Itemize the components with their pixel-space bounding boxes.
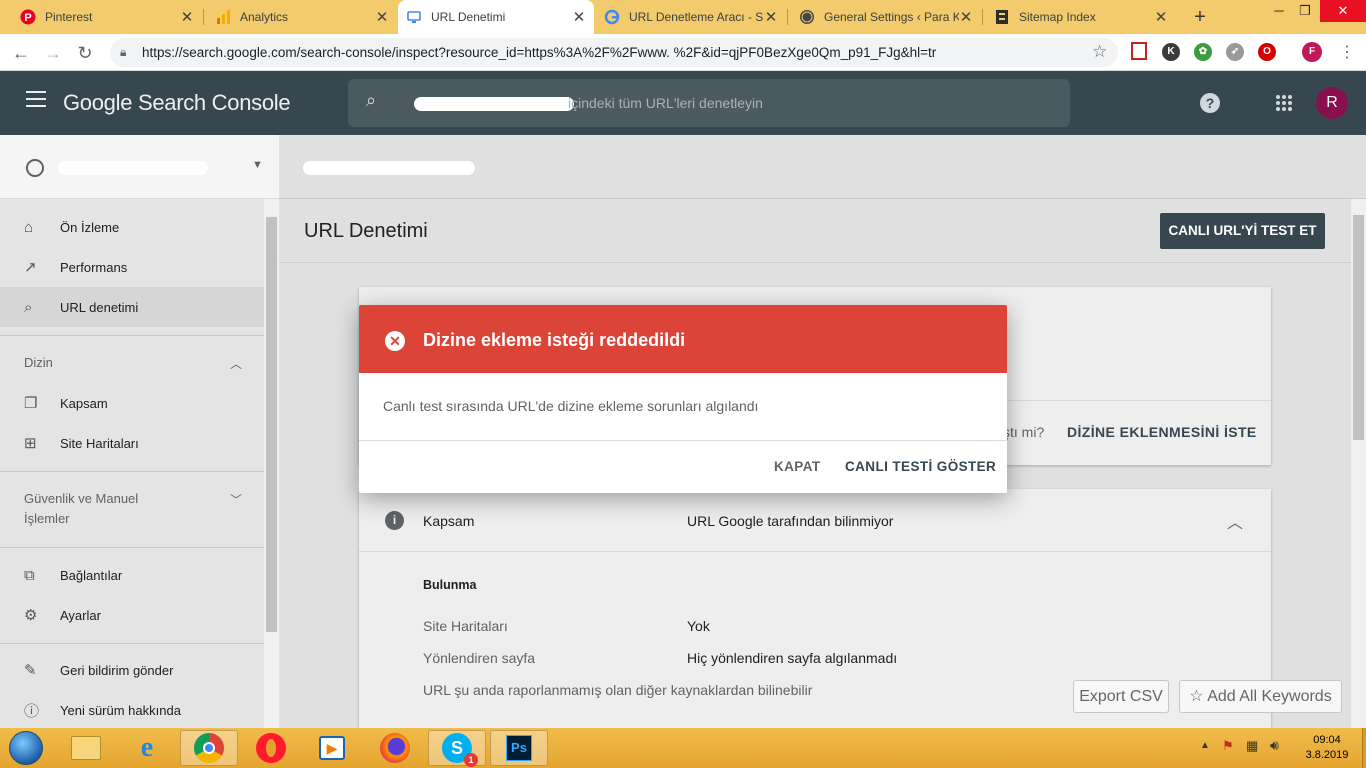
tab-general-settings[interactable]: General Settings ‹ Para K ✕ — [791, 0, 981, 34]
tab-title: General Settings ‹ Para K — [824, 10, 959, 24]
close-icon[interactable]: ✕ — [180, 8, 194, 26]
back-icon[interactable]: ← — [8, 40, 34, 66]
tab-url-denetleme-araci[interactable]: URL Denetleme Aracı - S ✕ — [596, 0, 786, 34]
tab-title: URL Denetimi — [431, 10, 506, 24]
k-extension-icon[interactable]: K — [1162, 43, 1180, 61]
taskbar-clock[interactable]: 09:04 3.8.2019 — [1292, 733, 1362, 763]
rocket-extension-icon[interactable]: ➶ — [1226, 43, 1244, 61]
dialog-header: ✕ Dizine ekleme isteği reddedildi — [359, 305, 1007, 373]
reload-icon[interactable]: ↻ — [72, 40, 98, 66]
tab-sitemap-index[interactable]: Sitemap Index ✕ — [986, 0, 1176, 34]
search-console-icon — [406, 9, 422, 25]
tab-url-denetimi[interactable]: URL Denetimi ✕ — [398, 0, 594, 34]
windows-taskbar: e ▶ S 1 Ps ▲ ⚑ ▦ 🔊︎ — [0, 728, 1366, 768]
tab-title: Sitemap Index — [1019, 10, 1096, 24]
add-all-keywords-button[interactable]: ☆ Add All Keywords — [1179, 680, 1342, 713]
taskbar-photoshop[interactable]: Ps — [490, 730, 548, 766]
export-csv-button[interactable]: Export CSV — [1073, 680, 1169, 713]
taskbar-skype[interactable]: S 1 — [428, 730, 486, 767]
skype-badge: 1 — [464, 753, 478, 767]
show-desktop-button[interactable] — [1362, 728, 1366, 768]
analytics-icon — [215, 9, 231, 25]
pocket-extension-icon[interactable] — [1131, 42, 1147, 60]
close-icon[interactable]: ✕ — [375, 8, 389, 26]
media-player-icon: ▶ — [319, 736, 345, 760]
svg-text:P: P — [24, 12, 31, 24]
close-icon[interactable]: ✕ — [572, 8, 586, 26]
opera-vpn-extension-icon[interactable]: O — [1258, 43, 1276, 61]
flower-extension-icon[interactable]: ✿ — [1194, 43, 1212, 61]
dialog-message: Canlı test sırasında URL'de dizine eklem… — [383, 398, 759, 414]
chrome-icon — [194, 733, 224, 763]
address-bar[interactable]: 🔒︎ https://search.google.com/search-cons… — [110, 38, 1118, 67]
close-dialog-button[interactable]: KAPAT — [774, 451, 821, 483]
profile-avatar[interactable]: F — [1302, 42, 1322, 62]
tab-separator — [787, 9, 788, 25]
tab-separator — [203, 9, 204, 25]
tab-separator — [982, 9, 983, 25]
close-icon[interactable]: ✕ — [764, 8, 778, 26]
divider — [359, 440, 1007, 441]
opera-icon — [256, 733, 286, 763]
google-icon — [604, 9, 620, 25]
forward-icon[interactable]: → — [40, 40, 66, 66]
taskbar-file-explorer[interactable] — [57, 730, 115, 766]
browser-tab-strip: P Pinterest ✕ Analytics ✕ URL Denetimi ✕… — [0, 0, 1366, 34]
show-hidden-icons[interactable]: ▲ — [1200, 740, 1210, 751]
taskbar-opera[interactable] — [242, 730, 300, 766]
bookmark-star-icon[interactable]: ☆ — [1092, 42, 1107, 62]
browser-toolbar: ← → ↻ 🔒︎ https://search.google.com/searc… — [0, 34, 1366, 71]
skype-icon: S 1 — [442, 733, 478, 767]
browser-menu-icon[interactable]: ⋮ — [1339, 42, 1355, 62]
windows-orb-icon — [9, 731, 43, 765]
action-center-icon[interactable]: ⚑ — [1222, 738, 1234, 754]
clock-time: 09:04 — [1313, 734, 1341, 746]
taskbar-internet-explorer[interactable]: e — [118, 730, 176, 766]
start-button[interactable] — [6, 730, 46, 766]
add-all-keywords-label: Add All Keywords — [1207, 688, 1332, 705]
photoshop-icon: Ps — [506, 735, 532, 761]
dialog-title: Dizine ekleme isteği reddedildi — [423, 330, 686, 350]
indexing-rejected-dialog: ✕ Dizine ekleme isteği reddedildi Canlı … — [359, 305, 1007, 493]
taskbar-media-player[interactable]: ▶ — [303, 730, 361, 766]
star-icon: ☆ — [1189, 688, 1204, 705]
error-close-icon: ✕ — [385, 331, 405, 351]
folder-icon — [71, 736, 101, 760]
taskbar-chrome[interactable] — [180, 730, 238, 766]
close-window-button[interactable]: ✕ — [1320, 0, 1366, 22]
tab-title: URL Denetleme Aracı - S — [629, 10, 764, 24]
address-url[interactable]: https://search.google.com/search-console… — [142, 38, 936, 67]
restore-window-button[interactable]: ❐ — [1290, 0, 1320, 22]
tab-title: Analytics — [240, 10, 289, 24]
internet-explorer-icon: e — [140, 732, 154, 763]
volume-icon[interactable]: 🔊︎ — [1270, 737, 1279, 754]
wordpress-icon — [799, 9, 815, 25]
pinterest-icon: P — [20, 9, 36, 25]
tab-analytics[interactable]: Analytics ✕ — [207, 0, 397, 34]
close-icon[interactable]: ✕ — [1154, 8, 1168, 26]
tab-title: Pinterest — [45, 10, 93, 24]
lock-icon: 🔒︎ — [120, 45, 127, 59]
firefox-icon — [380, 733, 410, 763]
sitemap-icon — [994, 9, 1010, 25]
network-icon[interactable]: ▦ — [1246, 738, 1258, 754]
clock-date: 3.8.2019 — [1305, 749, 1349, 761]
taskbar-firefox[interactable] — [366, 730, 424, 766]
show-live-test-button[interactable]: CANLI TESTİ GÖSTER — [845, 451, 996, 483]
new-tab-button[interactable]: + — [1188, 5, 1212, 29]
tab-pinterest[interactable]: P Pinterest ✕ — [12, 0, 202, 34]
close-icon[interactable]: ✕ — [959, 8, 973, 26]
